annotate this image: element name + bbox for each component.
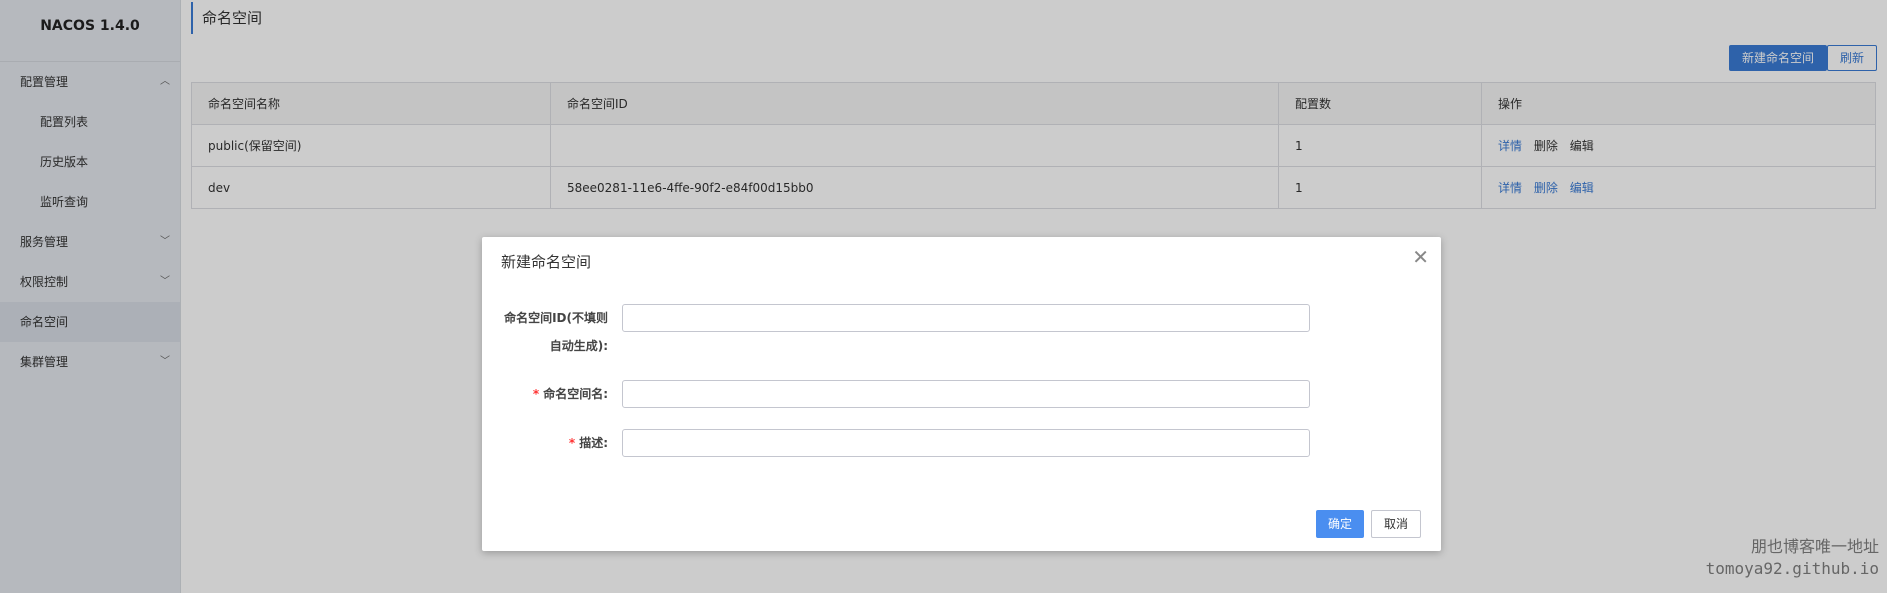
namespace-id-label-line1: 命名空间ID(不填则 xyxy=(504,311,608,325)
required-mark: * xyxy=(532,387,540,401)
namespace-name-input[interactable] xyxy=(622,380,1310,408)
required-mark: * xyxy=(568,436,576,450)
close-icon[interactable]: ✕ xyxy=(1412,245,1429,269)
namespace-name-label: * 命名空间名: xyxy=(482,380,608,408)
namespace-id-label-line2: 自动生成): xyxy=(549,339,608,353)
cancel-button[interactable]: 取消 xyxy=(1371,510,1421,538)
watermark: 朋也博客唯一地址 tomoya92.github.io xyxy=(1706,536,1879,580)
description-input[interactable] xyxy=(622,429,1310,457)
confirm-button[interactable]: 确定 xyxy=(1316,510,1364,538)
new-namespace-dialog: 新建命名空间 ✕ 命名空间ID(不填则 自动生成): * 命名空间名: * 描述: … xyxy=(482,237,1441,551)
namespace-id-label: 命名空间ID(不填则 自动生成): xyxy=(482,304,608,360)
description-label-text: 描述: xyxy=(579,436,608,450)
dialog-title: 新建命名空间 xyxy=(501,253,592,271)
namespace-name-label-text: 命名空间名: xyxy=(543,387,608,401)
description-label: * 描述: xyxy=(482,429,608,457)
namespace-id-input[interactable] xyxy=(622,304,1310,332)
watermark-line1: 朋也博客唯一地址 xyxy=(1750,537,1879,556)
watermark-line2: tomoya92.github.io xyxy=(1705,559,1879,578)
